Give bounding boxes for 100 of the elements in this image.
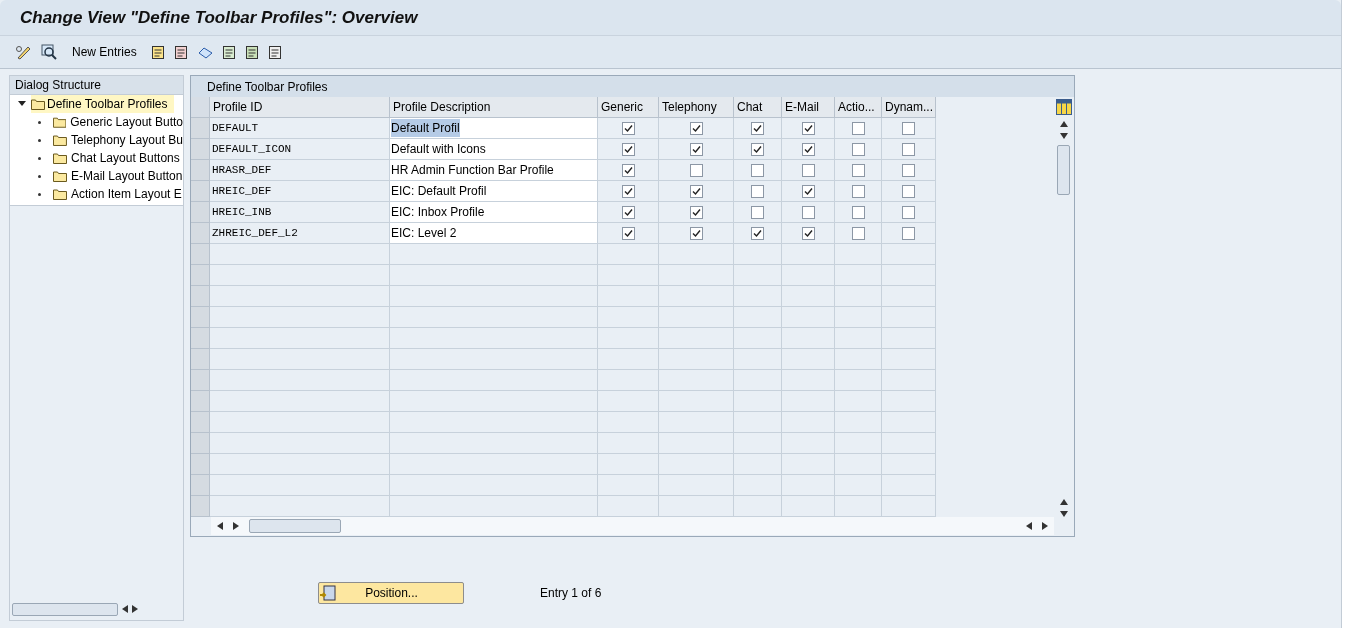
empty-table-cell — [782, 349, 835, 370]
scrollbar-thumb[interactable] — [249, 519, 341, 533]
checkbox[interactable] — [851, 205, 865, 219]
checked-checkbox[interactable] — [621, 121, 635, 135]
right-arrow-icon[interactable] — [233, 522, 239, 530]
down-arrow-icon[interactable] — [1059, 511, 1068, 517]
empty-table-cell — [734, 349, 782, 370]
checked-checkbox[interactable] — [751, 226, 764, 240]
checked-checkbox[interactable] — [801, 121, 815, 135]
checked-checkbox[interactable] — [689, 226, 703, 240]
up-arrow-icon[interactable] — [1059, 121, 1068, 127]
checked-checkbox[interactable] — [689, 205, 703, 219]
tree-node[interactable]: Telephony Layout Bu — [10, 131, 183, 149]
down-arrow-icon[interactable] — [1059, 133, 1068, 139]
checkbox[interactable] — [902, 163, 915, 177]
entry-count: Entry 1 of 6 — [540, 585, 602, 602]
checkbox[interactable] — [689, 163, 703, 177]
checkbox[interactable] — [902, 142, 915, 156]
tree-node-label: Generic Layout Butto — [70, 114, 183, 131]
folder-icon — [53, 188, 67, 200]
empty-table-cell — [734, 286, 782, 307]
tree-node-label: E-Mail Layout Button — [71, 168, 183, 185]
pencil-glasses-icon[interactable] — [15, 44, 33, 60]
folder-icon — [53, 170, 67, 182]
checkbox[interactable] — [851, 142, 865, 156]
empty-table-cell — [598, 433, 659, 454]
checked-checkbox[interactable] — [689, 142, 703, 156]
scrollbar-thumb[interactable] — [12, 602, 118, 616]
column-header[interactable]: Dynam... — [882, 97, 936, 118]
checkbox[interactable] — [902, 205, 915, 219]
checkbox[interactable] — [902, 184, 915, 198]
right-arrow-icon[interactable] — [1042, 522, 1048, 530]
empty-table-cell — [734, 391, 782, 412]
empty-table-cell — [734, 454, 782, 475]
new-entries-button[interactable]: New Entries — [66, 43, 143, 61]
checked-checkbox[interactable] — [689, 184, 703, 198]
window-title: Change View "Define Toolbar Profiles": Overview — [20, 6, 418, 29]
position-button[interactable]: Position... — [318, 582, 464, 604]
column-header[interactable]: Chat — [734, 97, 782, 118]
checkbox[interactable] — [851, 184, 865, 198]
checkbox[interactable] — [751, 163, 764, 177]
column-header[interactable]: Telephony — [659, 97, 734, 118]
checked-checkbox[interactable] — [751, 121, 764, 135]
search-icon[interactable] — [41, 44, 58, 60]
checked-checkbox[interactable] — [801, 226, 815, 240]
table-cell: DEFAULT — [210, 118, 390, 139]
checked-checkbox[interactable] — [751, 142, 764, 156]
copy-icon[interactable] — [150, 44, 166, 60]
delete-row-icon[interactable] — [173, 44, 189, 60]
tree-node-label: Action Item Layout E — [71, 186, 182, 203]
empty-table-cell — [782, 391, 835, 412]
tree-node[interactable]: Action Item Layout E — [10, 185, 183, 203]
checked-checkbox[interactable] — [801, 142, 815, 156]
description-field[interactable]: Default Profil — [391, 119, 460, 137]
scrollbar-thumb[interactable] — [1057, 145, 1070, 195]
checked-checkbox[interactable] — [621, 163, 635, 177]
checkbox[interactable] — [801, 163, 815, 177]
checkbox[interactable] — [751, 184, 764, 198]
tree-node[interactable]: Generic Layout Butto — [10, 113, 183, 131]
checked-checkbox[interactable] — [621, 205, 635, 219]
empty-table-cell — [598, 286, 659, 307]
empty-table-cell — [835, 307, 882, 328]
column-header[interactable]: Profile ID — [210, 97, 390, 118]
up-arrow-icon[interactable] — [1059, 499, 1068, 505]
checkbox[interactable] — [902, 226, 915, 240]
checkbox[interactable] — [851, 163, 865, 177]
left-arrow-icon[interactable] — [122, 605, 128, 613]
table-cell: HRASR_DEF — [210, 160, 390, 181]
column-header[interactable]: E-Mail — [782, 97, 835, 118]
empty-table-cell — [598, 391, 659, 412]
empty-table-cell — [882, 475, 936, 496]
column-settings-icon[interactable] — [1055, 99, 1072, 115]
checkbox[interactable] — [801, 205, 815, 219]
tree-node[interactable]: Chat Layout Buttons — [10, 149, 183, 167]
checked-checkbox[interactable] — [689, 121, 703, 135]
column-header[interactable]: Actio... — [835, 97, 882, 118]
column-header[interactable]: Profile Description — [390, 97, 598, 118]
column-header[interactable]: Generic — [598, 97, 659, 118]
checked-checkbox[interactable] — [621, 142, 635, 156]
empty-table-cell — [835, 412, 882, 433]
empty-table-cell — [835, 265, 882, 286]
left-arrow-icon[interactable] — [217, 522, 223, 530]
empty-table-cell — [882, 370, 936, 391]
empty-table-cell — [734, 412, 782, 433]
left-arrow-icon[interactable] — [1026, 522, 1032, 530]
checked-checkbox[interactable] — [801, 184, 815, 198]
checked-checkbox[interactable] — [621, 226, 635, 240]
right-arrow-icon[interactable] — [132, 605, 138, 613]
checkbox[interactable] — [902, 121, 915, 135]
empty-table-cell — [782, 475, 835, 496]
empty-table-cell — [734, 307, 782, 328]
checkbox[interactable] — [851, 226, 865, 240]
empty-table-cell — [734, 328, 782, 349]
expand-caret-icon[interactable] — [18, 101, 26, 107]
tree-node[interactable]: E-Mail Layout Button — [10, 167, 183, 185]
empty-table-cell — [782, 286, 835, 307]
checkbox[interactable] — [851, 121, 865, 135]
checked-checkbox[interactable] — [621, 184, 635, 198]
empty-table-cell — [782, 328, 835, 349]
checkbox[interactable] — [751, 205, 764, 219]
